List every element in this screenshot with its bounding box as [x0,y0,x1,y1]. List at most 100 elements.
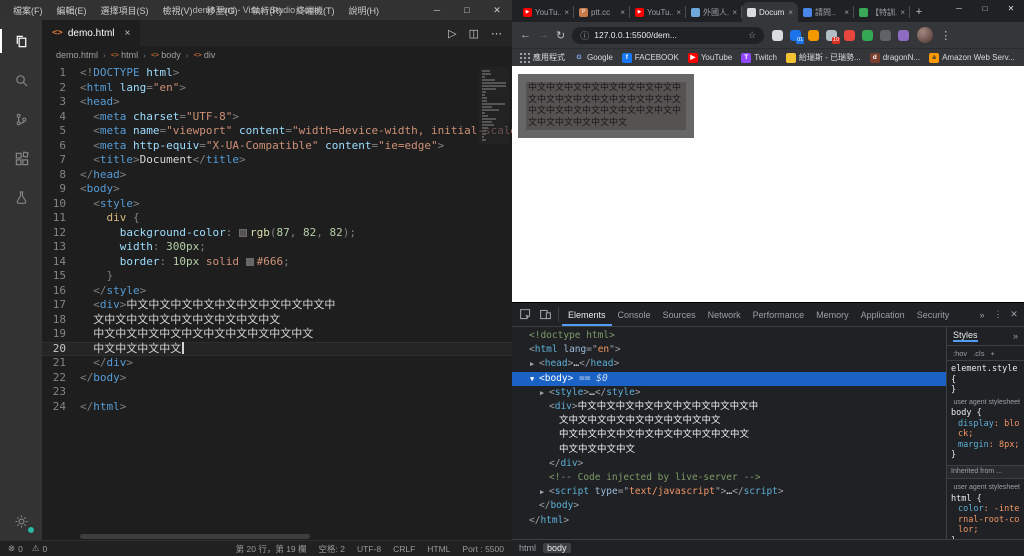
styles-filter-item[interactable]: .cls [973,349,984,358]
browser-tab[interactable]: ▶ YouTu... × [518,2,574,22]
browser-tab[interactable]: Docum...× [742,2,798,22]
dom-node[interactable]: 中文中文中文中文中文中文中文中文中文中文 [512,428,946,442]
code-line[interactable]: 20 中文中文中文中文 [42,341,512,357]
dom-node[interactable]: </div> [512,457,946,471]
address-bar[interactable]: ⓘ 127.0.0.1:5500/dem... ☆ [572,26,765,44]
code-line[interactable]: 17 <div>中文中文中文中文中文中文中文中文中文中 [42,298,512,313]
css-selector[interactable]: body { [951,408,1020,419]
code-line[interactable]: 21 </div> [42,356,512,371]
dom-node[interactable]: ▶ <style>…</style> [512,386,946,400]
menubar-item[interactable]: 編輯(E) [50,4,94,17]
bookmark-item[interactable]: 給瑞斯 - 已瑞勢... [785,52,861,63]
code-line[interactable]: 23 [42,385,512,400]
dom-node[interactable]: </body> [512,499,946,513]
profile-avatar[interactable] [917,27,934,43]
dom-node[interactable]: 文中文中文中文中文中文中文中文中文 [512,414,946,428]
extension-icon[interactable] [862,29,874,41]
styles-filter-item[interactable]: :hov [953,349,967,358]
explorer-icon[interactable] [0,29,32,53]
status-problems[interactable]: ⊗ 0 [8,543,23,554]
browser-tab[interactable]: Pptt.cc × [574,2,630,22]
status-item[interactable]: UTF-8 [357,543,381,555]
extension-icon[interactable] [808,29,820,41]
code-line[interactable]: 19 中文中文中文中文中文中文中文中文中文中文 [42,327,512,342]
menubar-item[interactable]: 選擇項目(S) [94,4,156,17]
devtools-tab-security[interactable]: Security [911,303,956,326]
styles-tabs-overflow-icon[interactable]: » [1013,331,1018,341]
code-line[interactable]: 15 } [42,269,512,284]
more-actions-icon[interactable]: ⋯ [491,27,502,40]
horizontal-scrollbar[interactable] [80,534,310,539]
code-line[interactable]: 24 </html> [42,400,512,415]
tab-close-icon[interactable]: × [564,8,569,17]
refresh-button[interactable]: ↻ [556,29,565,42]
editor-tab-demo-html[interactable]: <> demo.html × [42,20,141,46]
dom-node[interactable]: ▶ <script type="text/javascript">…</scrip… [512,485,946,499]
browser-tab[interactable]: 【特訓.. × [854,2,910,22]
test-flask-icon[interactable] [10,186,32,208]
code-line[interactable]: 12 background-color: rgb(87, 82, 82); [42,226,512,241]
device-toolbar-icon[interactable] [535,303,555,326]
code-line[interactable]: 9 <body> [42,182,512,197]
code-line[interactable]: 2 <html lang="en"> [42,81,512,96]
minimap[interactable] [479,67,509,144]
code-line[interactable]: 14 border: 10px solid #666; [42,255,512,270]
chrome-menu-icon[interactable]: ⋮ [940,29,951,42]
devtools-close-icon[interactable]: ✕ [1007,309,1021,320]
css-selector[interactable]: html { [951,494,1020,505]
bookmark-item[interactable]: a Amazon Web Serv... [929,52,1015,63]
extension-icon[interactable] [880,29,892,41]
maximize-button[interactable]: □ [972,0,998,16]
stylesheet-source[interactable]: user agent stylesheet [951,398,1020,409]
code-line[interactable]: 10 <style> [42,197,512,212]
dom-node[interactable]: ▼ <body> == $0 [512,371,946,386]
minimize-button[interactable]: ─ [946,0,972,16]
dom-node[interactable]: <div>中文中文中文中文中文中文中文中文中文中 [512,400,946,414]
extension-icon[interactable]: 10 [826,29,841,44]
code-line[interactable]: 6 <meta http-equiv="X-UA-Compatible" con… [42,139,512,154]
devtools-tab-memory[interactable]: Memory [810,303,855,326]
code-line[interactable]: 5 <meta name="viewport" content="width=d… [42,124,512,139]
extension-icon[interactable] [898,29,910,41]
code-line[interactable]: 1 <!DOCTYPE html> [42,66,512,81]
devtools-tabs-overflow-icon[interactable]: » [975,310,989,320]
dom-node[interactable]: <!doctype html> [512,329,946,343]
status-item[interactable]: CRLF [393,543,415,555]
code-line[interactable]: 16 </style> [42,284,512,299]
back-button[interactable]: ← [520,29,531,41]
code-line[interactable]: 18 文中文中文中文中文中文中文中文中文 [42,313,512,328]
css-property[interactable]: margin: 8px; [951,440,1020,451]
expand-arrow-icon[interactable]: ▶ [540,387,549,400]
tab-close-icon[interactable]: × [125,28,131,39]
breadcrumb-item[interactable]: <> html [111,50,138,60]
extensions-icon[interactable] [10,147,32,169]
browser-tab[interactable]: ▶ YouTu... × [630,2,686,22]
tab-close-icon[interactable]: × [620,8,625,17]
menubar-item[interactable]: 檔案(F) [6,4,50,17]
dom-node[interactable]: <html lang="en"> [512,343,946,357]
devtools-tab-application[interactable]: Application [855,303,911,326]
page-info-icon[interactable]: ⓘ [580,29,589,42]
dom-node[interactable]: 中文中文中文中文 [512,443,946,457]
new-tab-button[interactable]: + [910,3,928,21]
expand-arrow-icon[interactable]: ▶ [530,358,539,371]
breadcrumb-item[interactable]: <> body [151,50,181,60]
forward-button[interactable]: → [538,29,549,41]
browser-tab[interactable]: 請問.. × [798,2,854,22]
close-button[interactable]: ✕ [998,0,1024,16]
tab-close-icon[interactable]: × [900,8,905,17]
stylesheet-source[interactable]: user agent stylesheet [951,483,1020,494]
devtools-tab-elements[interactable]: Elements [562,303,612,326]
css-selector[interactable]: element.style { [951,364,1020,385]
tab-close-icon[interactable]: × [788,8,793,17]
minimize-button[interactable]: ─ [422,0,452,20]
dom-breadcrumb-item[interactable]: body [543,543,571,553]
tab-close-icon[interactable]: × [844,8,849,17]
bookmark-item[interactable]: f FACEBOOK [621,52,679,63]
extension-icon[interactable] [844,29,856,41]
run-icon[interactable]: ▷ [448,27,456,40]
bookmark-item[interactable]: d dragonN... [869,52,920,63]
styles-tab[interactable]: Styles [953,330,978,342]
dom-breadcrumb-item[interactable]: html [519,543,536,553]
extension-icon[interactable]: 01 [790,29,805,44]
